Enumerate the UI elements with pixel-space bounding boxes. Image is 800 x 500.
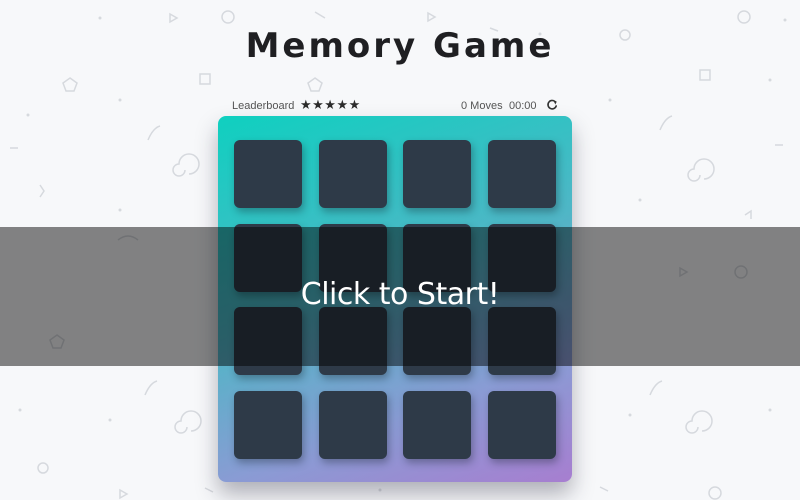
start-overlay[interactable]: Click to Start! (0, 227, 800, 366)
memory-card[interactable] (234, 140, 302, 208)
restart-icon[interactable] (546, 99, 558, 111)
memory-card[interactable] (318, 390, 387, 459)
timer: 00:00 (509, 100, 537, 112)
memory-card[interactable] (318, 140, 387, 208)
memory-card[interactable] (403, 140, 471, 208)
page: Memory Game Leaderboard ★★★★★ 0 Moves 00… (0, 0, 800, 500)
star-rating: ★★★★★ (300, 97, 361, 112)
start-label[interactable]: Click to Start! (0, 277, 800, 312)
page-title: Memory Game (245, 26, 555, 66)
memory-card[interactable] (403, 390, 471, 459)
moves-counter: 0 Moves (461, 100, 503, 112)
score-panel: Leaderboard ★★★★★ 0 Moves 00:00 (232, 96, 562, 116)
memory-card[interactable] (234, 390, 302, 459)
memory-card[interactable] (487, 390, 556, 459)
memory-card[interactable] (487, 140, 556, 208)
leaderboard-link[interactable]: Leaderboard (232, 100, 294, 112)
